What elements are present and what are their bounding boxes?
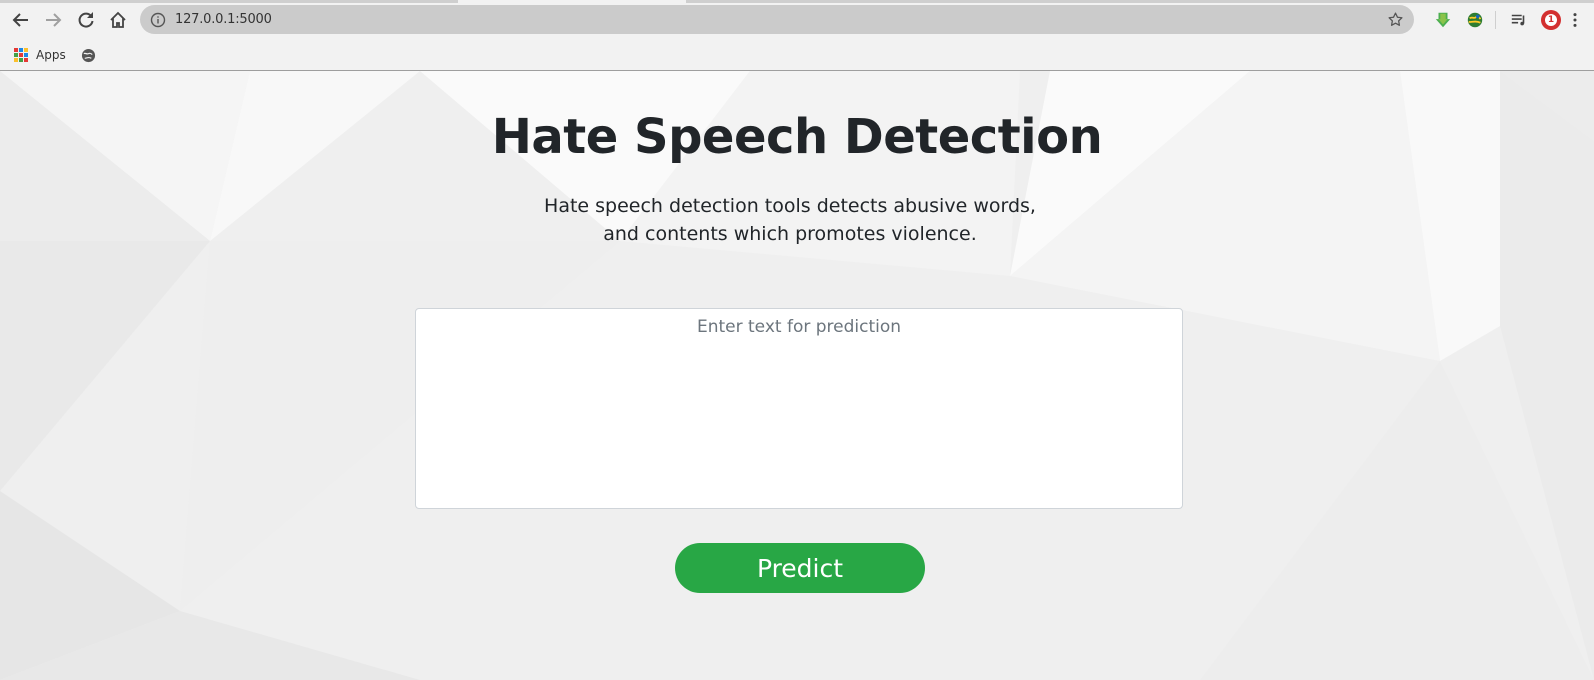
back-icon (12, 13, 28, 27)
globe-bookmark-icon[interactable] (81, 48, 96, 63)
predict-button[interactable]: Predict (675, 543, 925, 593)
tab-strip-edge (0, 0, 458, 3)
apps-shortcut[interactable]: Apps (14, 44, 66, 66)
url-text[interactable]: 127.0.0.1:5000 (175, 5, 272, 34)
prediction-text-input[interactable] (415, 308, 1183, 509)
site-info-icon[interactable] (150, 12, 166, 28)
toolbar-separator (1495, 11, 1496, 29)
page-title: Hate Speech Detection (491, 109, 1103, 165)
apps-grid-icon (14, 48, 28, 62)
home-icon (110, 11, 126, 28)
apps-label: Apps (36, 48, 66, 62)
tab-strip-edge (686, 0, 1594, 3)
red-circle-extension-icon[interactable]: 1 (1540, 9, 1562, 31)
kebab-menu-icon[interactable] (1568, 9, 1582, 31)
media-playlist-icon[interactable] (1508, 9, 1530, 31)
forward-button[interactable] (40, 7, 66, 33)
bookmark-star-icon[interactable] (1387, 11, 1404, 28)
forward-icon (46, 13, 62, 27)
idm-download-icon[interactable] (1432, 9, 1454, 31)
page-description: Hate speech detection tools detects abus… (544, 195, 1036, 245)
address-bar[interactable]: 127.0.0.1:5000 (140, 5, 1414, 34)
reload-button[interactable] (73, 7, 99, 33)
reload-icon (78, 12, 94, 28)
globe-extension-icon[interactable] (1464, 9, 1486, 31)
bookmarks-bar: Apps (0, 39, 1594, 71)
extension-badge: 1 (1547, 15, 1555, 25)
page-body: Hate Speech Detection Hate speech detect… (0, 71, 1594, 680)
browser-toolbar: 127.0.0.1:5000 1 (0, 0, 1594, 39)
back-button[interactable] (8, 7, 34, 33)
home-button[interactable] (105, 7, 131, 33)
